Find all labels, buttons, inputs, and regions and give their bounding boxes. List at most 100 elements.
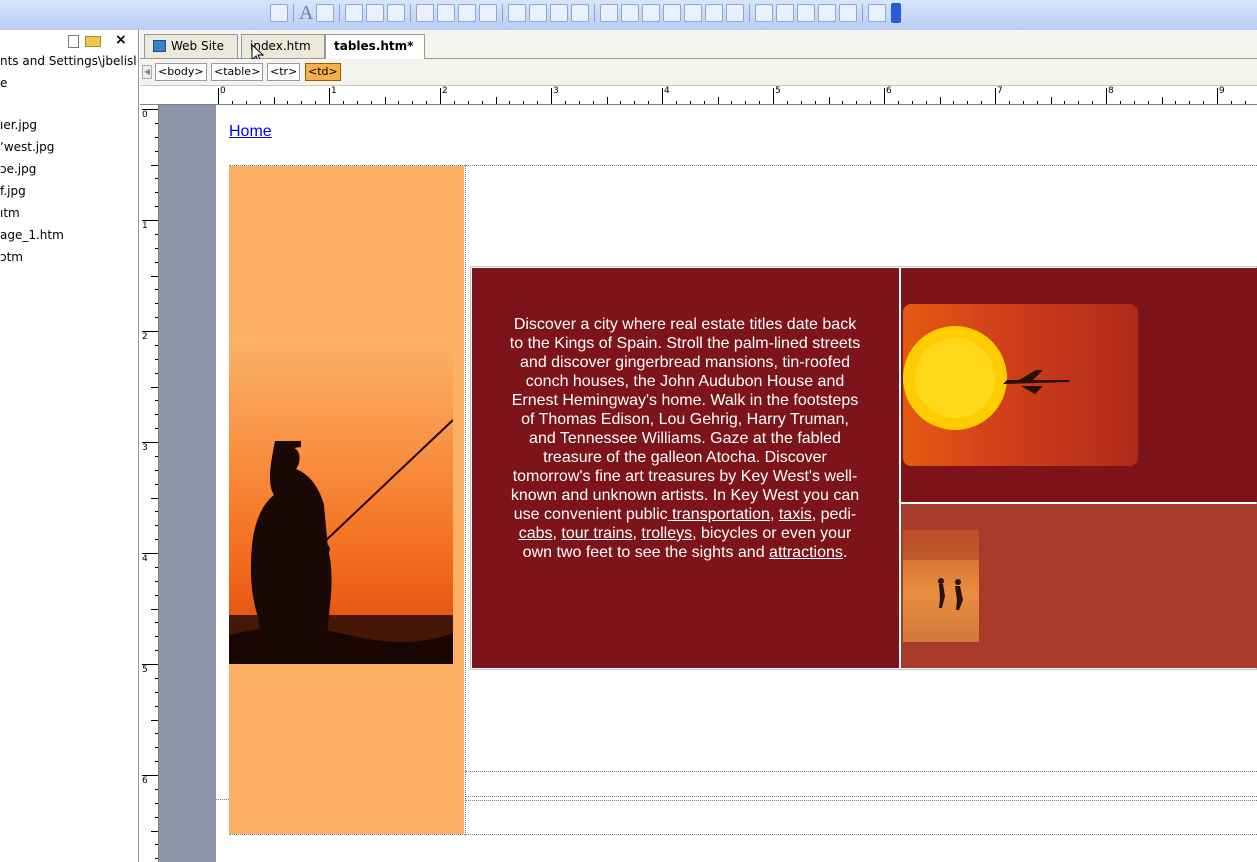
table-outline bbox=[216, 799, 229, 800]
crop-icon[interactable] bbox=[600, 4, 619, 22]
auto-thumbnail-icon[interactable] bbox=[868, 4, 887, 22]
set-transparent-color-icon[interactable] bbox=[642, 4, 661, 22]
flip-horizontal-icon[interactable] bbox=[458, 4, 477, 22]
file-item[interactable]: ʼwest.jpg bbox=[0, 140, 54, 154]
ruler-tick bbox=[662, 88, 663, 104]
file-item[interactable]: ıer.jpg bbox=[0, 118, 37, 132]
ruler-tick bbox=[151, 830, 158, 832]
thumbnail-icon[interactable] bbox=[316, 4, 335, 22]
line-style-icon[interactable] bbox=[621, 4, 640, 22]
folder-item[interactable]: e bbox=[0, 76, 7, 90]
ruler-tick bbox=[1106, 88, 1107, 104]
ruler-tick bbox=[218, 88, 219, 104]
ruler-tick bbox=[1092, 101, 1094, 104]
ruler-number: 3 bbox=[142, 443, 148, 453]
ruler-number: 2 bbox=[442, 86, 448, 96]
file-item[interactable]: ɔtm bbox=[0, 250, 23, 264]
ruler-tick bbox=[1064, 101, 1066, 104]
beach-people-image[interactable] bbox=[903, 530, 979, 642]
ruler-tick bbox=[495, 97, 497, 104]
rotate-left-icon[interactable] bbox=[416, 4, 435, 22]
tag-tr[interactable]: <tr> bbox=[267, 63, 301, 81]
circle-hotspot-icon[interactable] bbox=[797, 4, 816, 22]
ruler-tick bbox=[786, 101, 788, 104]
ruler-tick bbox=[1036, 101, 1038, 104]
position-absolute-icon[interactable] bbox=[345, 4, 364, 22]
quick-tag-selector: ◀ <body> <table> <tr> <td> bbox=[140, 59, 1257, 86]
ruler-tick bbox=[155, 233, 158, 235]
tab-tables[interactable]: tables.htm* bbox=[325, 34, 425, 59]
ruler-number: 0 bbox=[142, 110, 148, 120]
ruler-tick bbox=[155, 677, 158, 679]
ruler-tick bbox=[155, 566, 158, 568]
highlight-hotspots-icon[interactable] bbox=[839, 4, 858, 22]
ruler-number: 6 bbox=[886, 86, 892, 96]
toolbar-overflow-icon[interactable] bbox=[891, 3, 902, 23]
less-brightness-icon[interactable] bbox=[571, 4, 590, 22]
ruler-tick bbox=[856, 101, 858, 104]
table-outline bbox=[465, 834, 1257, 835]
file-item[interactable]: age_1.htm bbox=[0, 228, 64, 242]
ruler-tick bbox=[155, 539, 158, 541]
link-taxis[interactable]: taxis bbox=[779, 506, 812, 523]
link-attractions[interactable]: attractions bbox=[769, 544, 843, 561]
table-outline bbox=[229, 834, 465, 835]
resample-icon[interactable] bbox=[705, 4, 724, 22]
ruler-tick bbox=[356, 101, 358, 104]
close-icon[interactable]: × bbox=[115, 32, 127, 48]
restore-icon[interactable] bbox=[726, 4, 745, 22]
ruler-number: 1 bbox=[142, 221, 148, 231]
ruler-tick bbox=[155, 344, 158, 346]
new-page-icon[interactable] bbox=[68, 35, 79, 48]
polygon-hotspot-icon[interactable] bbox=[818, 4, 837, 22]
tag-td[interactable]: <td> bbox=[305, 63, 341, 81]
bring-forward-icon[interactable] bbox=[366, 4, 385, 22]
ruler-tick bbox=[1217, 88, 1218, 104]
text-icon[interactable]: A bbox=[299, 3, 313, 23]
link-cabs[interactable]: cabs bbox=[519, 525, 553, 542]
ruler-tick bbox=[1008, 101, 1010, 104]
link-tour-trains[interactable]: tour trains bbox=[561, 525, 632, 542]
ruler-tick bbox=[155, 733, 158, 735]
more-brightness-icon[interactable] bbox=[550, 4, 569, 22]
rectangle-hotspot-icon[interactable] bbox=[776, 4, 795, 22]
sunset-airplane-image[interactable] bbox=[903, 304, 1138, 466]
ruler-tick bbox=[155, 122, 158, 124]
design-canvas[interactable]: Home Discover a city where real estate t… bbox=[159, 105, 1257, 862]
ruler-tick bbox=[897, 101, 899, 104]
ruler-tick bbox=[155, 525, 158, 527]
file-item[interactable]: f.jpg bbox=[0, 184, 26, 198]
picture-icon[interactable] bbox=[270, 4, 288, 22]
bevel-icon[interactable] bbox=[684, 4, 703, 22]
color-icon[interactable] bbox=[663, 4, 682, 22]
ruler-number: 8 bbox=[1108, 86, 1114, 96]
fisherman-image[interactable] bbox=[229, 335, 453, 664]
link-transportation[interactable]: transportation bbox=[668, 506, 770, 523]
ruler-tick bbox=[155, 400, 158, 402]
ruler-tick bbox=[509, 101, 511, 104]
new-folder-icon[interactable] bbox=[85, 36, 101, 47]
file-item[interactable]: ɔe.jpg bbox=[0, 162, 36, 176]
tag-body[interactable]: <body> bbox=[155, 63, 207, 81]
home-link[interactable]: Home bbox=[229, 123, 272, 141]
less-contrast-icon[interactable] bbox=[529, 4, 548, 22]
toolbar-separator bbox=[293, 4, 294, 22]
ruler-number: 6 bbox=[142, 776, 148, 786]
ruler-tick bbox=[578, 101, 580, 104]
ruler-tick bbox=[467, 101, 469, 104]
ruler-tick bbox=[151, 164, 158, 166]
tag-table[interactable]: <table> bbox=[211, 63, 264, 81]
ruler-tick bbox=[155, 761, 158, 763]
rotate-right-icon[interactable] bbox=[437, 4, 456, 22]
send-backward-icon[interactable] bbox=[387, 4, 406, 22]
tab-web-site[interactable]: Web Site bbox=[144, 34, 238, 58]
flip-vertical-icon[interactable] bbox=[479, 4, 498, 22]
ruler-tick bbox=[426, 101, 428, 104]
more-contrast-icon[interactable] bbox=[508, 4, 527, 22]
ruler-tick bbox=[370, 101, 372, 104]
file-item[interactable]: ıtm bbox=[0, 206, 20, 220]
tag-scroll-left-icon[interactable]: ◀ bbox=[142, 65, 152, 79]
link-trolleys[interactable]: trolleys bbox=[641, 525, 692, 542]
select-icon[interactable] bbox=[755, 4, 774, 22]
ruler-tick bbox=[155, 511, 158, 513]
